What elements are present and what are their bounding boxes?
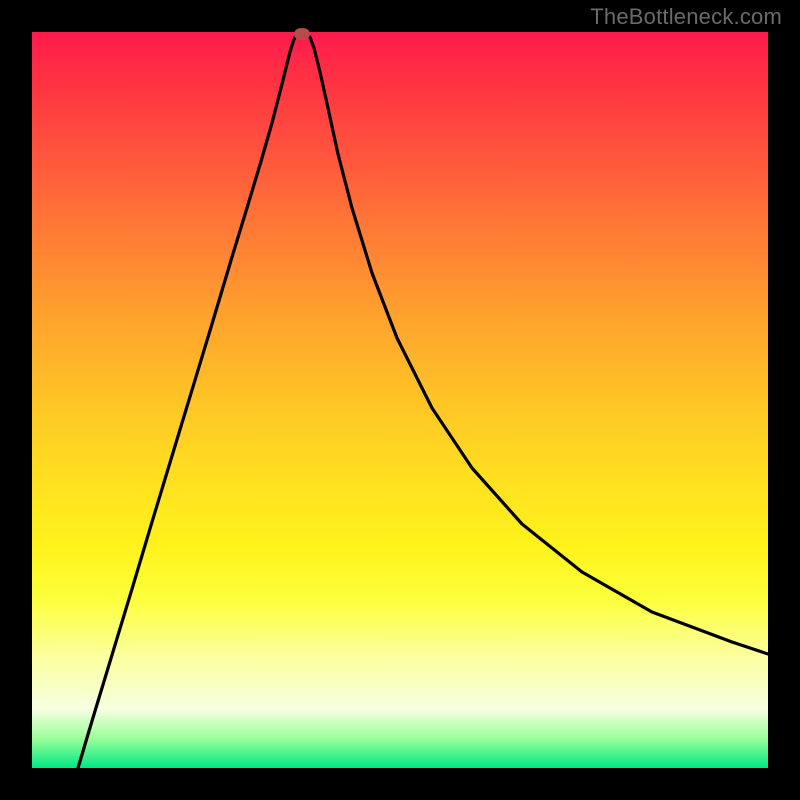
watermark-text: TheBottleneck.com bbox=[590, 4, 782, 30]
chart-frame: TheBottleneck.com bbox=[0, 0, 800, 800]
plot-area bbox=[32, 32, 768, 768]
bottleneck-curve bbox=[32, 32, 768, 768]
curve-line bbox=[78, 34, 768, 768]
minimum-marker bbox=[294, 28, 310, 40]
